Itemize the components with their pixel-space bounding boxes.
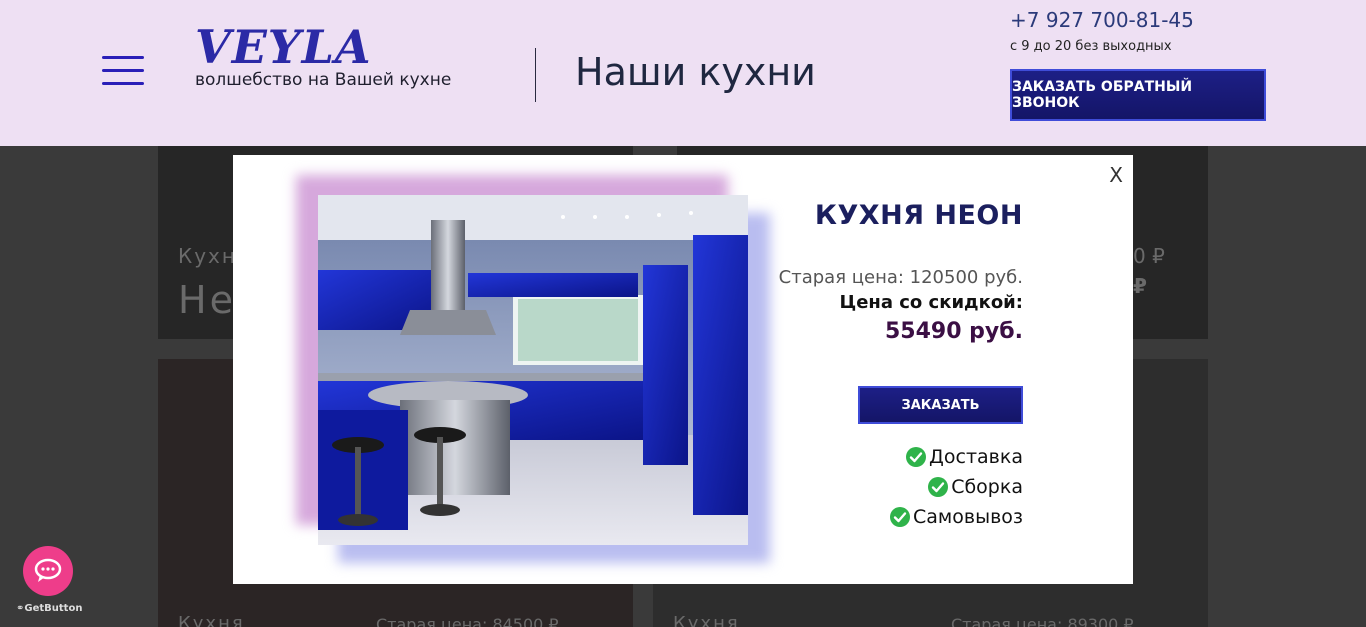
logo[interactable]: VEYLA волшебство на Вашей кухне <box>195 22 451 90</box>
site-header: VEYLA волшебство на Вашей кухне Наши кух… <box>0 0 1366 146</box>
card-name: Не <box>178 278 236 322</box>
check-circle-icon <box>906 447 927 467</box>
feature-pickup: Самовывоз <box>890 502 1023 532</box>
card-old-price: 0 ₽ <box>1133 244 1165 268</box>
feature-list: Доставка Сборка Самовывоз <box>890 442 1023 532</box>
product-info: КУХНЯ НЕОН Старая цена: 120500 руб. Цена… <box>779 200 1023 344</box>
working-hours: с 9 до 20 без выходных <box>1010 39 1172 54</box>
card-new-price: ₽ <box>1133 274 1147 298</box>
menu-icon[interactable] <box>102 56 144 90</box>
card-label: Кухня <box>673 613 740 627</box>
page-title: Наши кухни <box>575 50 816 94</box>
sale-price: 55490 руб. <box>884 319 1023 344</box>
chat-widget-button[interactable] <box>23 546 73 596</box>
feature-assembly: Сборка <box>890 472 1023 502</box>
card-old-price: Старая цена: 84500 ₽ <box>376 615 559 627</box>
close-button[interactable]: X <box>1109 165 1123 185</box>
header-divider <box>535 48 536 102</box>
sale-price-label: Цена со скидкой: <box>839 292 1024 313</box>
feature-label: Сборка <box>951 476 1023 498</box>
feature-label: Самовывоз <box>913 506 1023 528</box>
chat-bubble-icon <box>34 558 62 582</box>
phone-number[interactable]: +7 927 700-81-45 <box>1010 8 1194 32</box>
logo-wordmark: VEYLA <box>195 20 372 74</box>
logo-tagline: волшебство на Вашей кухне <box>195 70 452 90</box>
feature-label: Доставка <box>929 446 1023 468</box>
check-circle-icon <box>928 477 949 497</box>
getbutton-label[interactable]: ⚭GetButton <box>16 603 82 614</box>
check-circle-icon <box>890 507 910 527</box>
product-modal: X КУХНЯ НЕОН Старая цена: 120500 руб. Це… <box>233 155 1133 584</box>
callback-button[interactable]: ЗАКАЗАТЬ ОБРАТНЫЙ ЗВОНОК <box>1010 69 1266 121</box>
feature-delivery: Доставка <box>890 442 1023 472</box>
order-button[interactable]: ЗАКАЗАТЬ <box>858 386 1023 424</box>
old-price: Старая цена: 120500 руб. <box>778 267 1023 288</box>
card-old-price: Старая цена: 89300 ₽ <box>951 615 1134 627</box>
card-label: Кухня <box>178 613 245 627</box>
card-label: Кухн <box>178 244 237 268</box>
product-image <box>318 195 748 545</box>
product-title: КУХНЯ НЕОН <box>814 200 1023 231</box>
